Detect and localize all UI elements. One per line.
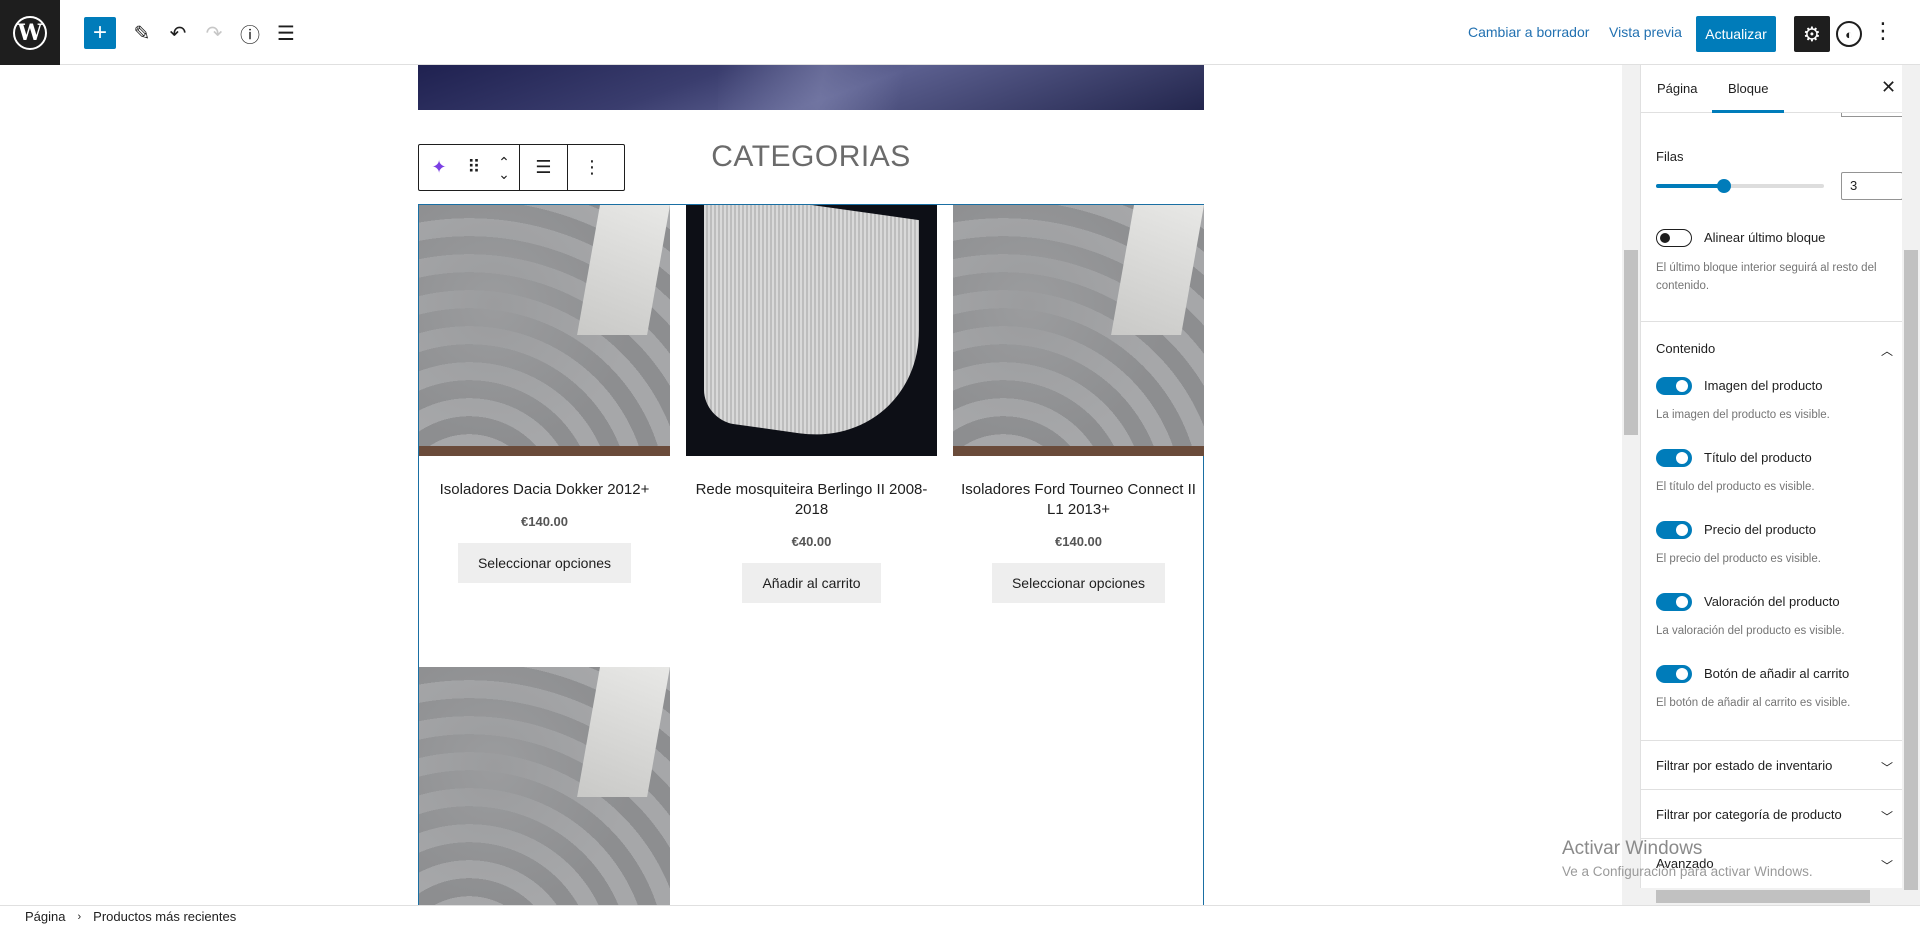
breadcrumb-current[interactable]: Productos más recientes <box>93 909 236 924</box>
editor-header: W + ✎ ↶ ↷ ⓘ ☰ Cambiar a borrador Vista p… <box>0 0 1920 65</box>
toggle-label: Botón de añadir al carrito <box>1704 666 1850 681</box>
sidebar-scrollbar[interactable] <box>1902 65 1920 905</box>
rows-slider-fill <box>1656 184 1724 188</box>
select-options-button[interactable]: Seleccionar opciones <box>457 543 632 583</box>
rows-label: Filas <box>1656 149 1684 164</box>
windows-activation-title: Activar Windows <box>1562 838 1703 859</box>
update-button[interactable]: Actualizar <box>1696 16 1776 52</box>
cover-image[interactable] <box>418 65 1204 110</box>
sidebar-tabs: Página Bloque ✕ <box>1641 65 1902 113</box>
product-image[interactable] <box>953 205 1204 456</box>
product-price: €140.00 <box>1055 534 1102 549</box>
product-title[interactable]: Isoladores Dacia Dokker 2012+ <box>419 480 670 500</box>
add-block-button[interactable]: + <box>84 17 116 49</box>
tab-block[interactable]: Bloque <box>1728 81 1768 96</box>
product-card: Isoladores Dacia Dokker 2012+ €140.00 Se… <box>419 205 670 583</box>
block-toolbar: ✦ ⠿ ⌃ ⌄ ☰ ⋮ <box>418 144 625 191</box>
products-grid-block[interactable]: Isoladores Dacia Dokker 2012+ €140.00 Se… <box>418 204 1204 905</box>
toggle-product-image[interactable] <box>1656 377 1692 395</box>
toggle-label: Título del producto <box>1704 450 1812 465</box>
drag-handle-icon[interactable]: ⠿ <box>459 145 489 190</box>
columns-input-edge <box>1841 113 1902 117</box>
wordpress-icon: W <box>13 15 47 50</box>
rows-slider[interactable] <box>1656 179 1824 193</box>
move-buttons: ⌃ ⌄ <box>489 145 519 190</box>
toggle-help: El precio del producto es visible. <box>1656 553 1821 565</box>
close-icon[interactable]: ✕ <box>1881 77 1896 98</box>
toggle-product-price[interactable] <box>1656 521 1692 539</box>
align-icon[interactable]: ☰ <box>519 145 567 190</box>
breadcrumb-root[interactable]: Página <box>25 909 65 924</box>
add-to-cart-button[interactable]: Añadir al carrito <box>742 563 881 603</box>
toggle-help: El título del producto es visible. <box>1656 481 1815 493</box>
toggle-label: Precio del producto <box>1704 522 1817 537</box>
rows-slider-thumb[interactable] <box>1717 179 1731 193</box>
options-menu-button[interactable]: ⋮ <box>1872 18 1894 44</box>
rows-input[interactable]: 3 <box>1841 172 1902 200</box>
sidebar-horizontal-scrollbar[interactable] <box>1640 888 1902 905</box>
align-last-toggle[interactable] <box>1656 229 1692 247</box>
block-options-icon[interactable]: ⋮ <box>567 145 616 190</box>
chevron-up-icon[interactable]: ︿ <box>1881 342 1893 359</box>
product-card: Isoladores Ford Tourneo Connect II L1 20… <box>953 205 1204 603</box>
scrollbar-thumb[interactable] <box>1904 250 1918 890</box>
windows-activation-subtitle: Ve a Configuración para activar Windows. <box>1562 864 1813 879</box>
settings-button[interactable]: ⚙ <box>1794 16 1830 52</box>
product-title[interactable]: Rede mosquiteira Berlingo II 2008-2018 <box>686 480 937 520</box>
tab-page[interactable]: Página <box>1657 81 1697 96</box>
product-image[interactable] <box>419 205 670 456</box>
align-last-help: El último bloque interior seguirá al res… <box>1656 262 1877 292</box>
toggle-label: Valoración del producto <box>1704 594 1840 609</box>
active-tab-indicator <box>1712 110 1784 113</box>
divider <box>1641 321 1902 322</box>
editor-canvas: CATEGORIAS ✦ ⠿ ⌃ ⌄ ☰ ⋮ Isoladores Dacia … <box>0 65 1622 905</box>
move-down-icon[interactable]: ⌄ <box>498 167 510 181</box>
chevron-down-icon[interactable]: ﹀ <box>1881 759 1893 776</box>
redo-button[interactable]: ↷ <box>198 17 230 49</box>
toggle-add-to-cart[interactable] <box>1656 665 1692 683</box>
wordpress-logo-button[interactable]: W <box>0 0 60 65</box>
product-image[interactable] <box>686 205 937 456</box>
toggle-help: El botón de añadir al carrito es visible… <box>1656 697 1851 709</box>
jetpack-icon: ◐ <box>1845 26 1853 42</box>
toggle-product-title[interactable] <box>1656 449 1692 467</box>
product-price: €40.00 <box>791 534 832 549</box>
chevron-right-icon: › <box>77 910 82 923</box>
jetpack-button[interactable]: ◐ <box>1836 21 1862 47</box>
product-card: Rede mosquiteira Berlingo II 2008-2018 €… <box>686 205 937 603</box>
scrollbar-thumb[interactable] <box>1656 890 1870 903</box>
details-button[interactable]: ⓘ <box>234 17 266 49</box>
align-last-label: Alinear último bloque <box>1704 230 1826 245</box>
switch-to-draft-link[interactable]: Cambiar a borrador <box>1468 24 1589 40</box>
product-image[interactable] <box>419 667 670 905</box>
divider <box>1641 740 1902 741</box>
block-breadcrumb: Página › Productos más recientes <box>0 905 1920 927</box>
gear-icon: ⚙ <box>1803 23 1821 46</box>
toggle-help: La valoración del producto es visible. <box>1656 625 1845 637</box>
toggle-label: Imagen del producto <box>1704 378 1823 393</box>
divider <box>1641 789 1902 790</box>
panel-stock-filter[interactable]: Filtrar por estado de inventario <box>1656 758 1891 773</box>
content-panel-header[interactable]: Contenido <box>1656 341 1891 356</box>
preview-link[interactable]: Vista previa <box>1609 24 1682 40</box>
settings-sidebar: Página Bloque ✕ Filas 3 Alinear último b… <box>1640 65 1902 905</box>
scrollbar-thumb[interactable] <box>1624 250 1638 435</box>
select-options-button[interactable]: Seleccionar opciones <box>991 563 1166 603</box>
canvas-scrollbar[interactable] <box>1622 65 1640 905</box>
chevron-down-icon[interactable]: ﹀ <box>1881 808 1893 825</box>
chevron-down-icon[interactable]: ﹀ <box>1881 857 1893 874</box>
toggle-help: La imagen del producto es visible. <box>1656 409 1830 421</box>
toggle-product-rating[interactable] <box>1656 593 1692 611</box>
product-price: €140.00 <box>521 514 568 529</box>
list-view-button[interactable]: ☰ <box>270 17 302 49</box>
product-card <box>419 667 670 905</box>
edit-tools-button[interactable]: ✎ <box>126 17 158 49</box>
panel-category-filter[interactable]: Filtrar por categoría de producto <box>1656 807 1891 822</box>
product-title[interactable]: Isoladores Ford Tourneo Connect II L1 20… <box>953 480 1204 520</box>
ai-sparkle-icon[interactable]: ✦ <box>419 145 459 190</box>
undo-button[interactable]: ↶ <box>162 17 194 49</box>
